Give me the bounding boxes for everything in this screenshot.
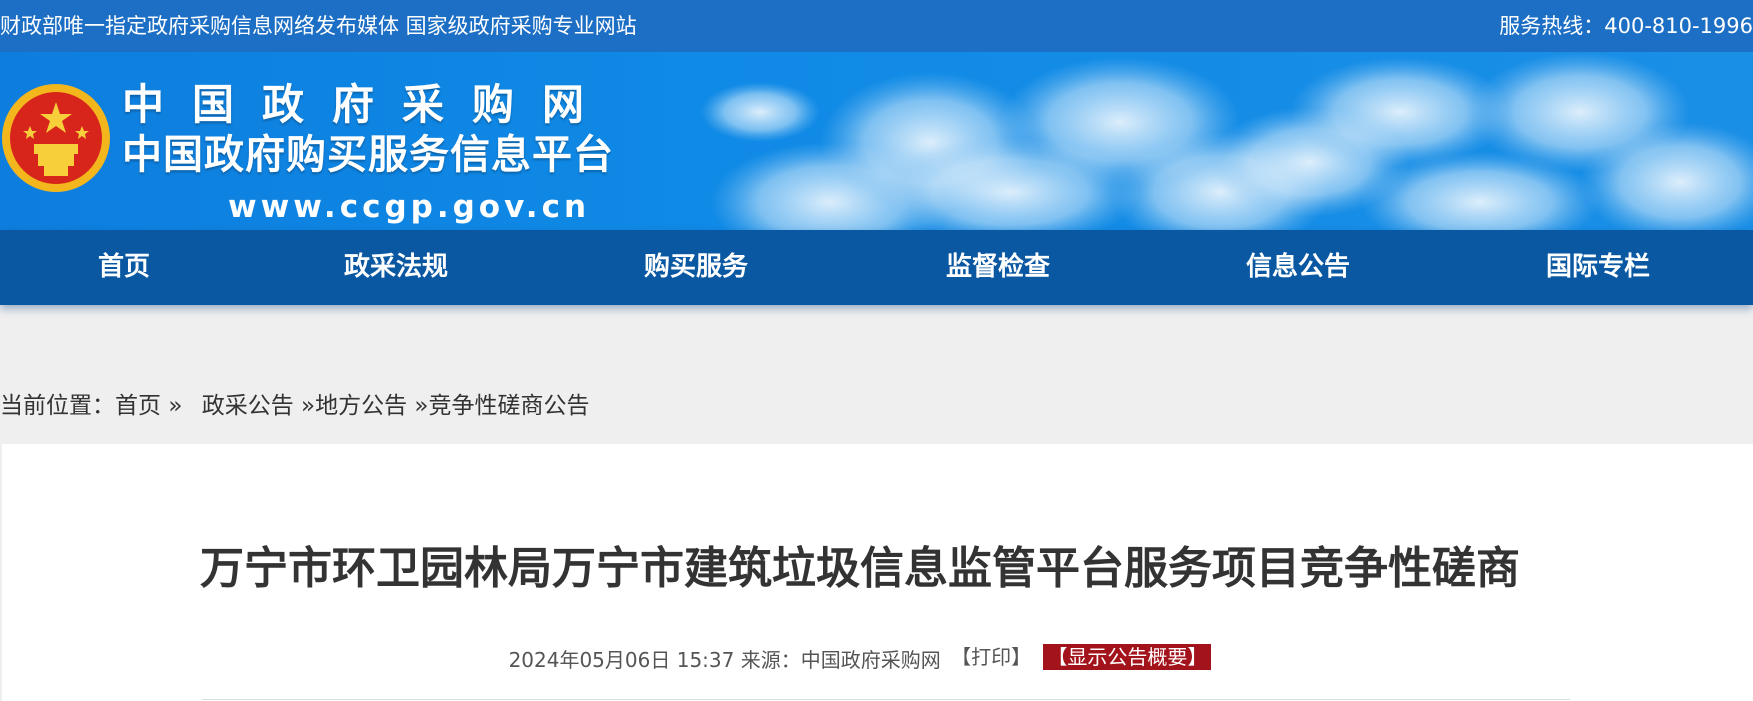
divider	[202, 699, 1570, 700]
nav-item-international[interactable]: 国际专栏	[1518, 230, 1678, 305]
breadcrumb-separator: »	[414, 393, 429, 419]
nav-item-supervision[interactable]: 监督检查	[918, 230, 1078, 305]
breadcrumb-separator: »	[301, 393, 316, 419]
nav-item-announcements[interactable]: 信息公告	[1218, 230, 1378, 305]
publish-datetime: 2024年05月06日 15:37	[508, 648, 735, 672]
show-summary-button[interactable]: 【显示公告概要】	[1043, 644, 1212, 670]
article-meta: 2024年05月06日 15:37 来源：中国政府采购网 【打印】 【显示公告概…	[2, 641, 1718, 673]
article-source: 来源：中国政府采购网	[740, 648, 941, 672]
site-logo-url: www.ccgp.gov.cn	[228, 189, 591, 225]
site-slogan: 财政部唯一指定政府采购信息网络发布媒体 国家级政府采购专业网站	[0, 14, 637, 38]
breadcrumb: 当前位置：首页 » 政采公告 »地方公告 »竞争性磋商公告	[0, 386, 589, 420]
service-hotline: 服务热线：400-810-1996	[1499, 14, 1753, 38]
main-nav: 首页 政采法规 购买服务 监督检查 信息公告 国际专栏	[0, 230, 1753, 305]
breadcrumb-local[interactable]: 地方公告	[315, 393, 407, 419]
breadcrumb-current[interactable]: 竞争性磋商公告	[428, 393, 589, 419]
article-panel: 万宁市环卫园林局万宁市建筑垃圾信息监管平台服务项目竞争性磋商 2024年05月0…	[2, 444, 1753, 701]
print-button[interactable]: 【打印】	[951, 645, 1031, 669]
national-emblem-icon	[2, 84, 110, 192]
breadcrumb-announcements[interactable]: 政采公告	[202, 393, 294, 419]
article-title: 万宁市环卫园林局万宁市建筑垃圾信息监管平台服务项目竞争性磋商	[200, 543, 1520, 594]
nav-item-regulations[interactable]: 政采法规	[316, 230, 476, 305]
breadcrumb-separator: »	[168, 393, 183, 419]
top-bar: 财政部唯一指定政府采购信息网络发布媒体 国家级政府采购专业网站 服务热线：400…	[0, 0, 1753, 52]
site-banner: 中国政府采购网 中国政府购买服务信息平台 www.ccgp.gov.cn	[0, 52, 1753, 230]
site-logo-subtitle: 中国政府购买服务信息平台	[122, 132, 614, 178]
breadcrumb-prefix: 当前位置：	[0, 393, 115, 419]
breadcrumb-home[interactable]: 首页	[115, 393, 161, 419]
site-logo-title: 中国政府采购网	[122, 80, 613, 129]
nav-item-purchase-services[interactable]: 购买服务	[616, 230, 776, 305]
nav-item-home[interactable]: 首页	[64, 230, 184, 305]
